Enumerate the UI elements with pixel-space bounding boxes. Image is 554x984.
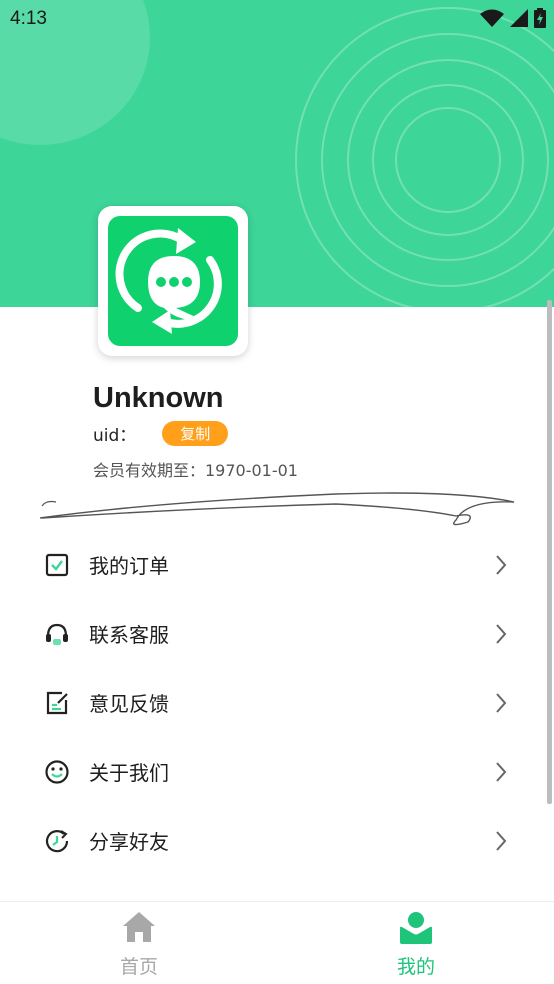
bottom-nav: 首页 我的 [0, 901, 554, 984]
chevron-right-icon [496, 692, 507, 713]
decorative-rings [295, 7, 554, 307]
chevron-right-icon [496, 830, 507, 851]
uid-row: uid： 复制 [93, 421, 229, 446]
profile-icon [400, 912, 432, 944]
tab-home[interactable]: 首页 [69, 902, 209, 984]
status-bar: 4:13 [0, 0, 554, 38]
smiley-icon [45, 759, 69, 784]
status-time: 4:13 [10, 8, 47, 29]
chevron-right-icon [496, 554, 507, 575]
member-expiry: 会员有效期至：1970-01-01 [93, 461, 298, 480]
header-background [0, 0, 554, 307]
app-logo [108, 216, 238, 346]
menu-item-about[interactable]: 关于我们 [0, 737, 554, 806]
app-logo-card [98, 206, 248, 356]
menu-label-about: 关于我们 [89, 761, 169, 785]
menu-label-support: 联系客服 [89, 623, 169, 647]
tab-mine-label: 我的 [396, 956, 435, 978]
share-refresh-icon [45, 829, 69, 852]
scrollbar[interactable] [547, 300, 552, 804]
signature-decoration [39, 492, 515, 526]
menu-item-support[interactable]: 联系客服 [0, 599, 554, 668]
tab-home-label: 首页 [119, 956, 158, 978]
menu-label-share: 分享好友 [89, 830, 169, 854]
menu-list: 我的订单 联系客服 意见反馈 关于我们 分享好友 [0, 530, 554, 875]
feedback-edit-icon [46, 691, 68, 714]
menu-item-orders[interactable]: 我的订单 [0, 530, 554, 599]
uid-label: uid： [93, 426, 137, 446]
chevron-right-icon [496, 623, 507, 644]
chevron-right-icon [496, 761, 507, 782]
chat-sync-icon [115, 228, 222, 334]
copy-uid-button[interactable]: 复制 [162, 421, 229, 446]
cellular-signal-icon [510, 9, 528, 27]
wifi-icon [480, 9, 504, 27]
tab-mine[interactable]: 我的 [346, 902, 486, 984]
menu-label-feedback: 意见反馈 [89, 692, 169, 716]
headset-icon [46, 623, 68, 645]
menu-item-share[interactable]: 分享好友 [0, 806, 554, 875]
menu-item-feedback[interactable]: 意见反馈 [0, 668, 554, 737]
battery-charging-icon [534, 8, 546, 28]
user-name: Unknown [93, 382, 224, 414]
order-checkbox-icon [45, 553, 69, 576]
home-icon [123, 912, 155, 942]
menu-label-orders: 我的订单 [89, 554, 169, 578]
